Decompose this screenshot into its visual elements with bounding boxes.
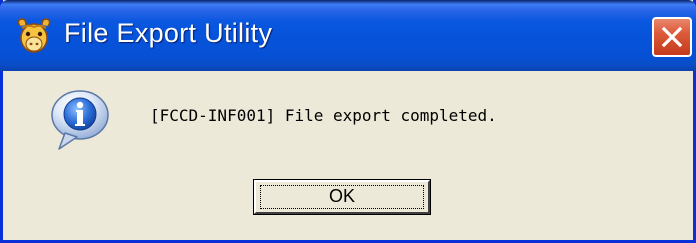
title-bar[interactable]: File Export Utility [0, 0, 696, 71]
info-icon [47, 87, 113, 153]
close-icon [661, 26, 683, 48]
window-title: File Export Utility [64, 18, 273, 48]
message-text: [FCCD-INF001] File export completed. [150, 106, 497, 125]
ok-button[interactable]: OK [253, 179, 431, 215]
sheep-icon [14, 16, 54, 56]
dialog-window: File Export Utility [FCCD-INF001] File e… [0, 0, 696, 243]
ok-button-label: OK [328, 186, 355, 206]
close-button[interactable] [652, 17, 692, 57]
